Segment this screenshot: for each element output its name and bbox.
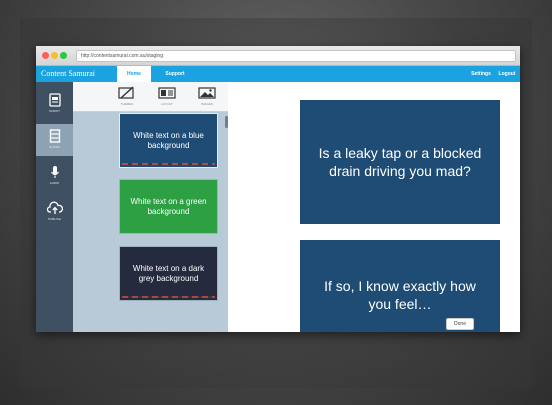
panel-tab-label: IMAGES [201,102,213,106]
cloud-upload-icon [46,201,63,214]
slide-text: If so, I know exactly how you feel… [324,278,476,312]
url-bar[interactable]: http://contentsamurai.com.au/staging [76,50,516,62]
thumbnail-text: White text on a dark grey background [132,263,205,283]
layout-icon [158,87,176,99]
film-icon [49,129,60,143]
rail-item-publish[interactable]: PUBLISH [36,196,73,228]
rail-item-label: SCRIPT [48,109,60,113]
rail-item-label: SLIDES [49,145,60,149]
slides-panel: THEMES LAYOUT IMAGES White text on a blu… [73,82,228,332]
slide-canvas: Is a leaky tap or a blocked drain drivin… [228,82,520,332]
pen-icon [118,86,134,99]
maximize-window-icon[interactable] [60,52,67,59]
document-icon [48,93,61,107]
filmstrip-marker [122,163,215,165]
minimize-window-icon[interactable] [51,52,58,59]
theme-thumbnail-blue[interactable]: White text on a blue background [119,113,218,168]
tab-support[interactable]: Support [160,66,190,82]
image-icon [198,87,216,99]
rail-item-label: AUDIO [49,181,60,185]
rail-item-audio[interactable]: AUDIO [36,160,73,192]
theme-thumbnail-dark-grey[interactable]: White text on a dark grey background [119,246,218,301]
panel-tab-label: THEMES [120,102,134,106]
theme-thumbnail-list: White text on a blue background White te… [73,113,228,332]
panel-tab-label: LAYOUT [161,102,173,106]
done-button[interactable]: Done [446,318,474,330]
close-window-icon[interactable] [42,52,49,59]
slide-text: Is a leaky tap or a blocked drain drivin… [318,145,482,179]
theme-thumbnail-green[interactable]: White text on a green background [119,179,218,234]
browser-titlebar: http://contentsamurai.com.au/staging [36,46,520,66]
thumbnail-text: White text on a blue background [133,130,204,150]
thumbnail-text: White text on a green background [130,196,207,216]
microphone-icon [50,166,59,178]
left-rail: SCRIPT SLIDES AUDIO PUBLISH [36,82,73,332]
panel-tabs: THEMES LAYOUT IMAGES [73,82,228,112]
rail-item-label: PUBLISH [48,217,61,221]
settings-link[interactable]: Settings [468,66,494,82]
browser-window: http://contentsamurai.com.au/staging Con… [36,46,520,332]
logout-link[interactable]: Logout [496,66,518,82]
tab-themes[interactable]: THEMES [109,82,145,112]
tab-images[interactable]: IMAGES [189,82,225,112]
tab-layout[interactable]: LAYOUT [149,82,185,112]
filmstrip-marker [122,296,215,298]
rail-item-script[interactable]: SCRIPT [36,88,73,120]
rail-item-slides[interactable]: SLIDES [36,124,73,156]
app-navbar: Content Samurai Home Support Settings Lo… [36,66,520,82]
tab-home[interactable]: Home [117,66,151,82]
slide-preview-1[interactable]: Is a leaky tap or a blocked drain drivin… [300,100,500,224]
brand-logo[interactable]: Content Samurai [41,66,95,82]
